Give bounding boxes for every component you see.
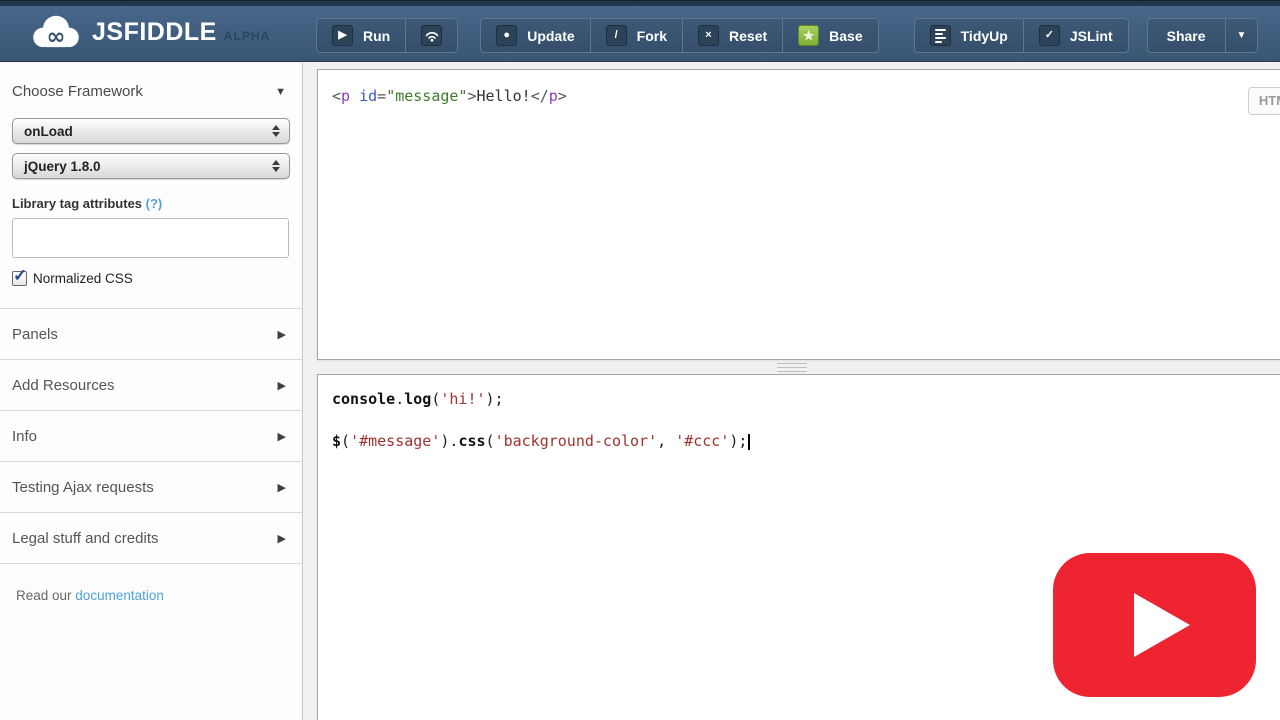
sidebar-accordion: Panels ▶ Add Resources ▶ Info ▶ Testing … [0,308,302,564]
chevron-right-icon: ▶ [278,430,286,443]
html-editor-panel: <p id="message">Hello!</p> HTML [317,69,1280,360]
chevron-right-icon: ▶ [278,328,286,341]
sidebar-item-legal[interactable]: Legal stuff and credits ▶ [0,513,302,564]
cloud-logo-icon: ∞ [30,13,82,51]
section-label: Legal stuff and credits [12,530,158,547]
wifi-icon [421,25,442,46]
chevron-right-icon: ▶ [278,379,286,392]
youtube-play-button[interactable] [1053,553,1256,697]
onload-select-value: onLoad [24,124,73,139]
fork-button[interactable]: / Fork [590,19,682,52]
section-label: Add Resources [12,377,115,394]
chevron-down-icon: ▼ [275,86,286,98]
update-button[interactable]: ● Update [481,19,589,52]
share-dropdown-button[interactable]: ▼ [1225,19,1258,52]
run-button[interactable]: ▶ Run [317,19,405,52]
base-button[interactable]: ★ Base [782,19,877,52]
library-label-text: Library tag attributes [12,196,142,211]
tidy-lines-icon [930,25,951,46]
share-group: Share ▼ [1147,18,1259,53]
base-label: Base [829,28,862,44]
tidyup-button[interactable]: TidyUp [915,19,1023,52]
jslint-label: JSLint [1070,28,1113,44]
navbar-buttons: ▶ Run ● Update / Fork [316,18,1258,53]
section-label: Info [12,428,37,445]
sidebar-item-add-resources[interactable]: Add Resources ▶ [0,360,302,411]
run-group: ▶ Run [316,18,458,53]
framework-version-select[interactable]: jQuery 1.8.0 [12,153,290,179]
run-label: Run [363,28,390,44]
library-help-link[interactable]: (?) [146,196,163,211]
html-panel-badge: HTML [1248,87,1280,115]
check-icon: ✓ [13,266,27,286]
play-icon: ▶ [332,25,353,46]
choose-framework-header[interactable]: Choose Framework ▼ [0,63,302,100]
realtime-button[interactable] [405,19,457,52]
pencil-icon: / [606,25,627,46]
choose-framework-label: Choose Framework [12,83,143,100]
fork-label: Fork [637,28,667,44]
brand-name: JSFIDDLE [92,18,217,47]
normalized-css-checkbox[interactable]: ✓ [12,271,27,286]
sidebar: Choose Framework ▼ onLoad jQuery 1.8.0 L… [0,63,303,720]
svg-text:∞: ∞ [47,24,66,50]
tidyup-label: TidyUp [961,28,1008,44]
html-code-editor[interactable]: <p id="message">Hello!</p> [318,70,1280,359]
onload-select[interactable]: onLoad [12,118,290,144]
navbar: ∞ JSFIDDLE ALPHA ▶ Run ● [0,6,1280,62]
framework-select-value: jQuery 1.8.0 [24,159,101,174]
jslint-button[interactable]: ✓ JSLint [1023,19,1128,52]
library-tag-attributes-label: Library tag attributes (?) [12,196,290,211]
section-label: Testing Ajax requests [12,479,154,496]
documentation-link[interactable]: documentation [75,588,164,603]
brand-suffix: ALPHA [224,29,270,43]
footer-text: Read our [16,588,75,603]
select-stepper-icon [272,125,280,137]
select-stepper-icon [272,160,280,172]
chevron-right-icon: ▶ [278,481,286,494]
chevron-down-icon: ▼ [1237,30,1247,41]
dot-icon: ● [496,25,517,46]
star-icon: ★ [798,25,819,46]
share-label: Share [1167,28,1206,44]
update-label: Update [527,28,574,44]
sidebar-footer: Read our documentation [16,588,302,603]
edit-group: ● Update / Fork × Reset ★ Base [480,18,878,53]
panel-resize-handle[interactable] [777,363,807,372]
library-tag-attributes-input[interactable] [12,218,289,258]
lint-group: TidyUp ✓ JSLint [914,18,1129,53]
sidebar-item-testing-ajax[interactable]: Testing Ajax requests ▶ [0,462,302,513]
sidebar-item-info[interactable]: Info ▶ [0,411,302,462]
share-button[interactable]: Share [1148,19,1225,52]
reset-label: Reset [729,28,767,44]
chevron-right-icon: ▶ [278,532,286,545]
play-icon [1134,593,1190,657]
jsfiddle-logo[interactable]: ∞ JSFIDDLE ALPHA [30,13,270,51]
check-icon: ✓ [1039,25,1060,46]
x-icon: × [698,25,719,46]
reset-button[interactable]: × Reset [682,19,782,52]
normalized-css-label: Normalized CSS [33,271,133,286]
sidebar-item-panels[interactable]: Panels ▶ [0,309,302,360]
section-label: Panels [12,326,58,343]
